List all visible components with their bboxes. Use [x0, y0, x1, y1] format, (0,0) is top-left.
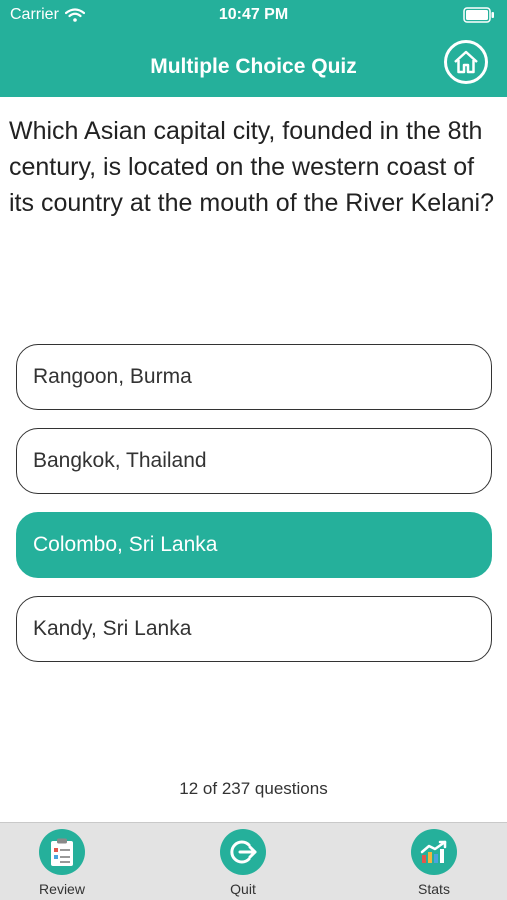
answer-option-3[interactable]: Colombo, Sri Lanka — [16, 512, 492, 578]
answer-label: Rangoon, Burma — [33, 365, 192, 388]
tab-stats[interactable]: Stats — [389, 829, 479, 897]
clipboard-icon — [51, 838, 73, 866]
answer-label: Kandy, Sri Lanka — [33, 617, 192, 640]
question-progress: 12 of 237 questions — [179, 779, 328, 798]
tab-label: Review — [39, 881, 85, 897]
page-title: Multiple Choice Quiz — [150, 55, 357, 78]
home-icon — [454, 50, 478, 74]
tab-review[interactable]: Review — [17, 829, 107, 897]
tab-bar: Review Quit Stats — [0, 822, 507, 900]
answer-option-2[interactable]: Bangkok, Thailand — [16, 428, 492, 494]
home-button[interactable] — [444, 40, 488, 84]
quit-button[interactable] — [220, 829, 266, 875]
exit-icon — [230, 840, 257, 864]
answer-list: Rangoon, Burma Bangkok, Thailand Colombo… — [16, 344, 492, 680]
battery-icon — [463, 7, 494, 23]
review-button[interactable] — [39, 829, 85, 875]
answer-option-1[interactable]: Rangoon, Burma — [16, 344, 492, 410]
answer-option-4[interactable]: Kandy, Sri Lanka — [16, 596, 492, 662]
status-bar: Carrier 10:47 PM — [0, 0, 507, 30]
status-time: 10:47 PM — [218, 6, 289, 23]
tab-label: Quit — [230, 881, 256, 897]
question-text: Which Asian capital city, founded in the… — [9, 117, 494, 217]
tab-quit[interactable]: Quit — [198, 829, 288, 897]
answer-label: Bangkok, Thailand — [33, 449, 207, 472]
nav-header: Carrier 10:47 PM Multiple Choice Quiz — [0, 0, 507, 97]
stats-button[interactable] — [411, 829, 457, 875]
tab-label: Stats — [418, 881, 450, 897]
chart-icon — [420, 840, 447, 863]
answer-label: Colombo, Sri Lanka — [33, 533, 218, 556]
